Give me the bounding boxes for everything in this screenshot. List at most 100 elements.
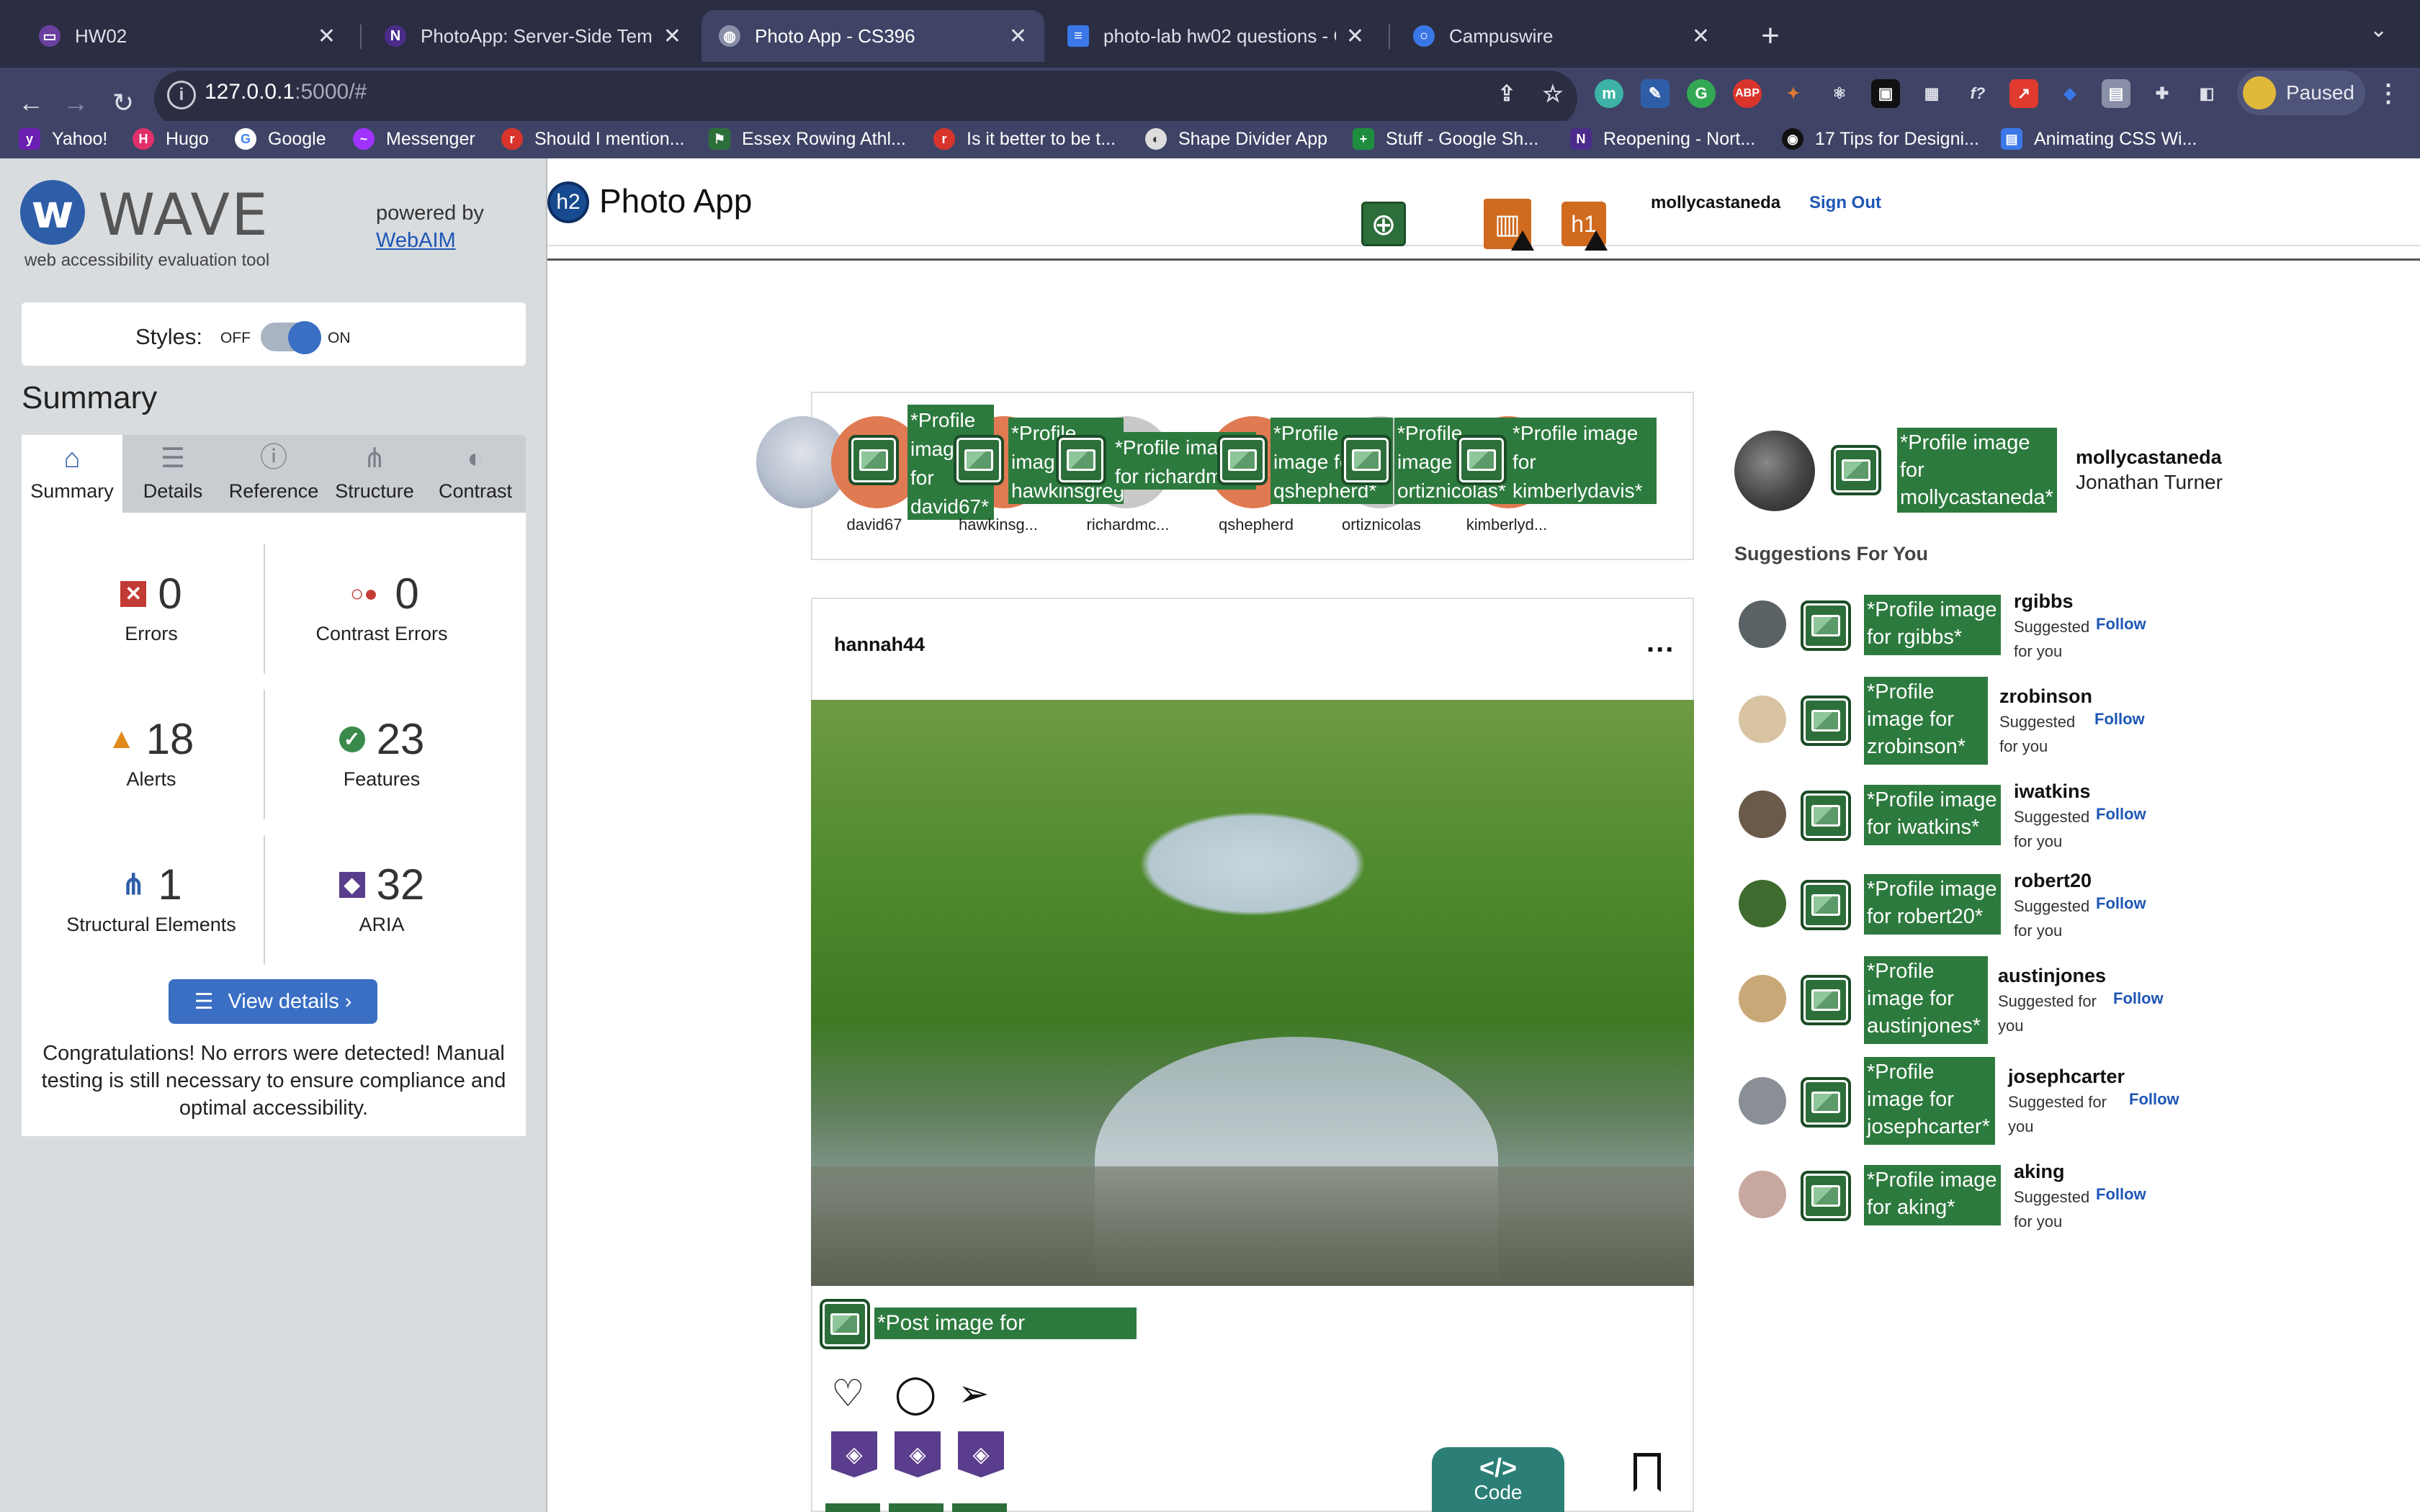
suggestion-avatar[interactable] [1739, 975, 1786, 1022]
current-user-username[interactable]: mollycastaneda [2076, 446, 2222, 469]
suggestion-username[interactable]: aking [2014, 1161, 2065, 1183]
follow-button[interactable]: Follow [2096, 1185, 2146, 1204]
wave-image-icon[interactable] [1801, 975, 1851, 1025]
extension-blue-icon[interactable]: ◆ [2056, 79, 2084, 108]
wave-image-icon[interactable] [1056, 435, 1106, 485]
follow-button[interactable]: Follow [2096, 805, 2146, 824]
wave-aria-tag-icon[interactable]: ◈ [958, 1431, 1004, 1477]
bookmark-hugo[interactable]: H Hugo [133, 122, 209, 156]
bookmark-google[interactable]: G Google [235, 122, 326, 156]
tab-search-chevron-icon[interactable]: ⌄ [2370, 17, 2388, 42]
sign-out-link[interactable]: Sign Out [1809, 193, 1881, 213]
wave-image-icon[interactable] [1801, 696, 1851, 746]
follow-button[interactable]: Follow [2096, 894, 2146, 913]
bookmark-essex-rowing[interactable]: ⚑ Essex Rowing Athl... [709, 122, 906, 156]
bookmark-yahoo[interactable]: y Yahoo! [19, 122, 107, 156]
header-username[interactable]: mollycastaneda [1651, 193, 1780, 213]
site-info-icon[interactable]: i [167, 81, 196, 109]
suggestion-avatar[interactable] [1739, 600, 1786, 648]
wave-image-icon[interactable] [1217, 435, 1268, 485]
bookmark-shape-divider[interactable]: ◐ Shape Divider App [1145, 122, 1327, 156]
suggestion-username[interactable]: robert20 [2014, 870, 2092, 892]
close-tab-icon[interactable]: ✕ [663, 24, 681, 49]
suggestion-username[interactable]: iwatkins [2014, 780, 2091, 803]
extension-eyedropper-icon[interactable]: ✎ [1641, 79, 1670, 108]
tab-photoapp-templates[interactable]: N PhotoApp: Server-Side Templa ✕ [367, 10, 699, 62]
extensions-puzzle-icon[interactable]: ✚ [2148, 79, 2177, 108]
side-panel-icon[interactable]: ◧ [2192, 79, 2221, 108]
suggestion-username[interactable]: rgibbs [2014, 590, 2074, 613]
tab-structure[interactable]: ⋔ Structure [324, 435, 425, 513]
wave-image-icon[interactable] [954, 435, 1004, 485]
post-username[interactable]: hannah44 [834, 634, 925, 656]
wave-image-icon[interactable] [1801, 600, 1851, 651]
extension-color-icon[interactable]: ✦ [1779, 79, 1808, 108]
follow-button[interactable]: Follow [2094, 710, 2145, 729]
tab-details[interactable]: ☰ Details [122, 435, 223, 513]
suggestion-avatar[interactable] [1739, 791, 1786, 838]
wave-code-button[interactable]: </> Code [1432, 1447, 1564, 1512]
follow-button[interactable]: Follow [2096, 615, 2146, 634]
tab-hw02[interactable]: ▭ HW02 ✕ [22, 10, 353, 62]
back-icon[interactable]: ← [12, 84, 50, 122]
suggestion-username[interactable]: josephcarter [2008, 1066, 2125, 1088]
wave-h2-icon[interactable]: h2 [547, 181, 589, 223]
share-paper-plane-icon[interactable]: ➢ [958, 1372, 990, 1416]
profile-button[interactable]: Paused [2237, 71, 2365, 115]
suggestion-avatar[interactable] [1739, 880, 1786, 927]
stat-aria[interactable]: ◆ 32 ARIA [274, 860, 490, 936]
comment-icon[interactable]: ◯ [895, 1372, 936, 1416]
suggestion-avatar[interactable] [1739, 1171, 1786, 1218]
story-username[interactable]: qshepherd [1198, 516, 1314, 534]
bookmark-is-it-better[interactable]: r Is it better to be t... [933, 122, 1116, 156]
current-user-avatar[interactable] [1734, 431, 1815, 511]
suggestion-avatar[interactable] [1739, 696, 1786, 743]
extension-grid-icon[interactable]: ▦ [1917, 79, 1946, 108]
suggestion-username[interactable]: austinjones [1998, 965, 2106, 987]
tab-reference[interactable]: ⓘ Reference [223, 435, 324, 513]
wave-image-icon[interactable] [820, 1299, 870, 1349]
follow-button[interactable]: Follow [2113, 989, 2164, 1008]
like-heart-icon[interactable]: ♡ [831, 1372, 865, 1416]
close-tab-icon[interactable]: ✕ [318, 24, 336, 49]
suggestion-avatar[interactable] [1739, 1077, 1786, 1125]
stat-structural[interactable]: ⋔ 1 Structural Elements [43, 860, 259, 936]
wave-image-icon[interactable] [848, 435, 899, 485]
wave-image-icon[interactable] [1801, 1077, 1851, 1128]
font-identifier-icon[interactable]: f? [1963, 79, 1992, 108]
address-bar[interactable] [154, 71, 1577, 127]
story-username[interactable]: ortiznicolas [1324, 516, 1439, 534]
wave-image-icon[interactable] [1341, 435, 1392, 485]
suggestion-username[interactable]: zrobinson [1999, 685, 2092, 708]
extension-screen-icon[interactable]: ▣ [1871, 79, 1900, 108]
reload-icon[interactable]: ↻ [104, 84, 143, 122]
adblock-icon[interactable]: ABP [1733, 79, 1762, 108]
tab-contrast[interactable]: ◐ Contrast [425, 435, 526, 513]
bookmark-stuff-sheets[interactable]: + Stuff - Google Sh... [1353, 122, 1538, 156]
wave-language-globe-icon[interactable]: ⊕ [1361, 202, 1406, 246]
webaim-link[interactable]: WebAIM [376, 229, 456, 253]
wave-image-icon[interactable] [1801, 1171, 1851, 1221]
new-tab-button[interactable]: + [1750, 16, 1791, 56]
bookmark-messenger[interactable]: ~ Messenger [353, 122, 475, 156]
wave-image-icon[interactable] [1801, 880, 1851, 930]
stat-errors[interactable]: ✕ 0 Errors [43, 569, 259, 645]
url-text[interactable]: 127.0.0.1:5000/# [205, 80, 367, 104]
more-options-icon[interactable]: ... [1646, 626, 1675, 659]
close-tab-icon[interactable]: ✕ [1346, 24, 1364, 49]
close-tab-icon[interactable]: ✕ [1009, 24, 1027, 49]
bookmark-star-icon[interactable]: ☆ [1538, 79, 1567, 108]
stat-features[interactable]: ✓ 23 Features [274, 714, 490, 791]
extension-gray-icon[interactable]: ▤ [2102, 79, 2130, 108]
wave-image-icon[interactable] [1801, 791, 1851, 841]
bookmark-17-tips[interactable]: ◉ 17 Tips for Designi... [1782, 122, 1979, 156]
bookmark-reopening[interactable]: N Reopening - Nort... [1570, 122, 1755, 156]
story-username[interactable]: david67 [817, 516, 932, 534]
wave-image-icon[interactable] [1456, 435, 1507, 485]
forward-icon[interactable]: → [56, 84, 95, 122]
tab-campuswire[interactable]: ○ Campuswire ✕ [1396, 10, 1727, 62]
close-tab-icon[interactable]: ✕ [1692, 24, 1710, 49]
styles-toggle-knob[interactable] [288, 321, 321, 354]
tab-photo-app-active[interactable]: ◍ Photo App - CS396 ✕ [702, 10, 1044, 62]
extension-m-icon[interactable]: m [1595, 79, 1623, 108]
